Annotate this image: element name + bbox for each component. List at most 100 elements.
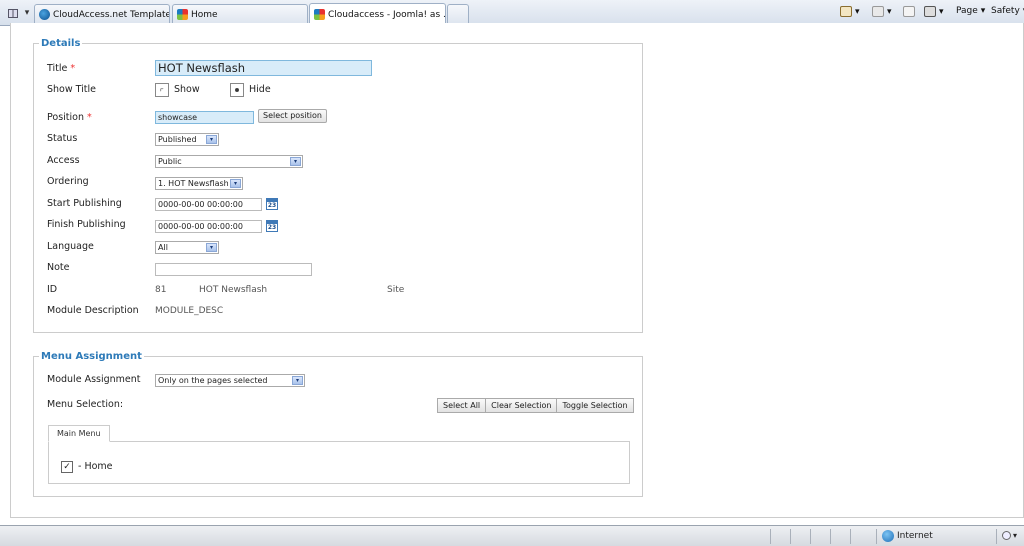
- required-mark: *: [70, 63, 76, 74]
- menu-selection-label: Menu Selection:: [47, 399, 124, 410]
- access-select[interactable]: Public ▾: [155, 155, 303, 168]
- chevron-down-icon: ▾: [230, 179, 241, 188]
- radio-dot: [235, 88, 239, 92]
- chevron-down-icon: ▾: [290, 157, 301, 166]
- security-zone: Internet: [882, 530, 933, 542]
- menu-assignment-legend: Menu Assignment: [39, 351, 144, 362]
- select-position-button[interactable]: Select position: [258, 109, 327, 123]
- status-divider: [790, 529, 791, 544]
- position-label-text: Position: [47, 112, 84, 123]
- joomla-icon: [314, 9, 325, 20]
- calendar-icon[interactable]: 23: [266, 220, 278, 232]
- required-mark: *: [87, 112, 92, 123]
- quick-tabs-icon: [8, 9, 18, 18]
- show-title-show-radio[interactable]: [155, 83, 169, 97]
- language-select[interactable]: All ▾: [155, 241, 219, 254]
- title-input[interactable]: HOT Newsflash: [155, 60, 372, 76]
- tab-list-button[interactable]: ▾: [22, 5, 32, 21]
- module-assignment-select[interactable]: Only on the pages selected ▾: [155, 374, 305, 387]
- module-description-value: MODULE_DESC: [155, 306, 224, 316]
- module-description-label: Module Description: [47, 305, 139, 316]
- id-label: ID: [47, 284, 58, 295]
- zoom-icon: [1002, 531, 1011, 540]
- tab-cloudaccess-template[interactable]: CloudAccess.net Template D...: [34, 4, 170, 24]
- details-legend: Details: [39, 38, 83, 49]
- note-label: Note: [47, 262, 70, 273]
- details-panel: Details Title * HOT Newsflash Show Title …: [33, 38, 643, 333]
- page-menu-button[interactable]: Page ▾: [956, 6, 985, 16]
- quick-tabs-button[interactable]: [4, 5, 22, 21]
- title-label: Title *: [47, 63, 75, 74]
- tab-main-menu[interactable]: Main Menu: [48, 425, 110, 442]
- finish-publishing-label: Finish Publishing: [47, 219, 126, 230]
- show-title-hide-radio[interactable]: [230, 83, 244, 97]
- start-publishing-input[interactable]: 0000-00-00 00:00:00: [155, 198, 262, 211]
- note-input[interactable]: [155, 263, 312, 276]
- browser-status-bar: Internet ▾: [0, 525, 1024, 546]
- page-viewport: Details Title * HOT Newsflash Show Title …: [0, 23, 1024, 525]
- menu-selection-buttons: Select All Clear Selection Toggle Select…: [437, 398, 634, 413]
- tab-label: Home: [191, 9, 218, 20]
- tab-home[interactable]: Home: [172, 4, 308, 24]
- select-all-button[interactable]: Select All: [437, 398, 487, 413]
- calendar-day: 23: [267, 202, 277, 209]
- security-zone-label: Internet: [897, 531, 933, 541]
- menu-item-home-label: - Home: [78, 461, 113, 472]
- ordering-label: Ordering: [47, 176, 89, 187]
- chevron-down-icon: ▾: [1013, 531, 1018, 540]
- module-id-value: 81: [155, 285, 167, 295]
- clear-selection-button[interactable]: Clear Selection: [485, 398, 558, 413]
- module-assignment-label: Module Assignment: [47, 374, 141, 385]
- home-button[interactable]: ▾: [840, 6, 860, 17]
- ordering-select[interactable]: 1. HOT Newsflash ▾: [155, 177, 243, 190]
- status-divider: [830, 529, 831, 544]
- position-label: Position *: [47, 112, 92, 123]
- status-label: Status: [47, 133, 78, 144]
- joomla-icon: [177, 9, 188, 20]
- globe-icon: [882, 530, 894, 542]
- status-divider: [996, 529, 997, 544]
- chevron-down-icon: ▾: [939, 6, 944, 17]
- toggle-selection-button[interactable]: Toggle Selection: [556, 398, 634, 413]
- main-menu-tab-panel: [48, 441, 630, 484]
- tab-label: CloudAccess.net Template D...: [53, 9, 170, 20]
- status-select[interactable]: Published ▾: [155, 133, 219, 146]
- calendar-icon[interactable]: 23: [266, 198, 278, 210]
- zoom-button[interactable]: ▾: [1002, 531, 1018, 542]
- position-input[interactable]: showcase: [155, 111, 254, 124]
- access-select-value: Public: [158, 157, 182, 166]
- menu-assignment-panel: Menu Assignment Module Assignment Only o…: [33, 351, 643, 497]
- status-divider: [770, 529, 771, 544]
- read-mail-button[interactable]: [903, 6, 915, 17]
- radio-dot: [160, 88, 164, 92]
- finish-publishing-input[interactable]: 0000-00-00 00:00:00: [155, 220, 262, 233]
- rss-feed-icon: [872, 6, 884, 17]
- chevron-down-icon: ▾: [206, 135, 217, 144]
- safety-menu-button[interactable]: Safety ▾: [991, 6, 1024, 16]
- mail-icon: [903, 6, 915, 17]
- page-menu-label: Page: [956, 6, 978, 16]
- chevron-down-icon: ▾: [887, 6, 892, 17]
- chevron-down-icon: ▾: [980, 6, 986, 16]
- chevron-down-icon: ▾: [292, 376, 303, 385]
- module-assignment-value: Only on the pages selected: [158, 376, 268, 385]
- menu-item-home-checkbox[interactable]: ✓: [61, 461, 73, 473]
- cloudaccess-icon: [39, 9, 50, 20]
- print-button[interactable]: ▾: [924, 6, 944, 17]
- language-label: Language: [47, 241, 94, 252]
- safety-menu-label: Safety: [991, 6, 1020, 16]
- start-publishing-label: Start Publishing: [47, 198, 122, 209]
- module-id-title: HOT Newsflash: [199, 285, 268, 295]
- ordering-select-value: 1. HOT Newsflash: [158, 179, 229, 188]
- feeds-button[interactable]: ▾: [872, 6, 892, 17]
- calendar-day: 23: [267, 224, 277, 231]
- chevron-down-icon: ▾: [855, 6, 860, 17]
- module-client: Site: [387, 285, 405, 295]
- new-tab-button[interactable]: [447, 4, 469, 24]
- tab-label: Cloudaccess - Joomla! as ...: [328, 9, 446, 20]
- status-divider: [810, 529, 811, 544]
- title-label-text: Title: [47, 63, 68, 74]
- access-label: Access: [47, 155, 80, 166]
- tab-cloudaccess-joomla[interactable]: Cloudaccess - Joomla! as ... ✕: [309, 3, 446, 25]
- show-title-label: Show Title: [47, 84, 97, 95]
